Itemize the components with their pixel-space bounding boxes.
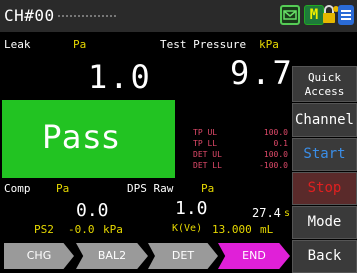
comp-label: Comp bbox=[4, 182, 31, 195]
ps2-unit: kPa bbox=[103, 223, 123, 236]
leak-unit: Pa bbox=[73, 38, 87, 51]
status-header: CH#00 M bbox=[0, 0, 357, 32]
process-step-chg: CHG bbox=[4, 243, 74, 269]
dps-raw-unit: Pa bbox=[201, 182, 215, 195]
mail-icon[interactable] bbox=[280, 5, 300, 25]
limit-name: TP LL bbox=[193, 139, 218, 148]
comp-unit: Pa bbox=[56, 182, 70, 195]
comp-value: 0.0 bbox=[76, 200, 109, 221]
quick-access-line2: Access bbox=[304, 85, 345, 98]
limit-value: 100.0 bbox=[263, 150, 288, 159]
kve-unit: mL bbox=[260, 223, 274, 236]
test-pressure-value: 9.7 bbox=[230, 54, 294, 92]
channel-button[interactable]: Channel bbox=[292, 103, 357, 137]
leak-value: 1.0 bbox=[88, 58, 152, 96]
elapsed-time-unit: s bbox=[284, 208, 291, 219]
stop-button[interactable]: Stop bbox=[292, 172, 357, 205]
test-pressure-label: Test Pressure bbox=[160, 38, 247, 51]
result-label: Pass bbox=[42, 118, 121, 156]
channel-label: CH#00 bbox=[4, 6, 55, 25]
test-pressure-unit: kPa bbox=[259, 38, 279, 51]
limit-name: DET UL bbox=[193, 150, 222, 159]
leak-label: Leak bbox=[4, 38, 31, 51]
start-button[interactable]: Start bbox=[292, 138, 357, 171]
m-icon[interactable]: M bbox=[304, 5, 324, 25]
elapsed-time-value: 27.4 bbox=[252, 206, 281, 220]
back-button[interactable]: Back bbox=[292, 240, 357, 273]
process-step-det: DET bbox=[148, 243, 218, 269]
result-indicator: Pass bbox=[2, 100, 175, 178]
limit-value: 100.0 bbox=[263, 128, 288, 137]
quick-access-line1: Quick bbox=[307, 71, 342, 84]
process-step-end: END bbox=[218, 243, 290, 269]
limit-value: -100.0 bbox=[259, 161, 288, 170]
ps2-label: PS2 bbox=[34, 223, 54, 236]
process-step-bal2: BAL2 bbox=[76, 243, 148, 269]
kve-value: 13.000 bbox=[212, 223, 252, 236]
dps-raw-value: 1.0 bbox=[175, 198, 208, 219]
dps-raw-label: DPS Raw bbox=[127, 182, 174, 195]
quick-access-button[interactable]: Quick Access bbox=[292, 66, 357, 102]
limit-name: TP UL bbox=[193, 128, 218, 137]
limit-name: DET LL bbox=[193, 161, 222, 170]
menu-icon[interactable] bbox=[338, 5, 354, 25]
kve-label: K(Ve) bbox=[172, 223, 203, 234]
channel-name-placeholder bbox=[58, 15, 116, 17]
mode-button[interactable]: Mode bbox=[292, 206, 357, 239]
limit-value: 0.1 bbox=[273, 139, 288, 148]
ps2-value: -0.0 bbox=[68, 223, 95, 236]
